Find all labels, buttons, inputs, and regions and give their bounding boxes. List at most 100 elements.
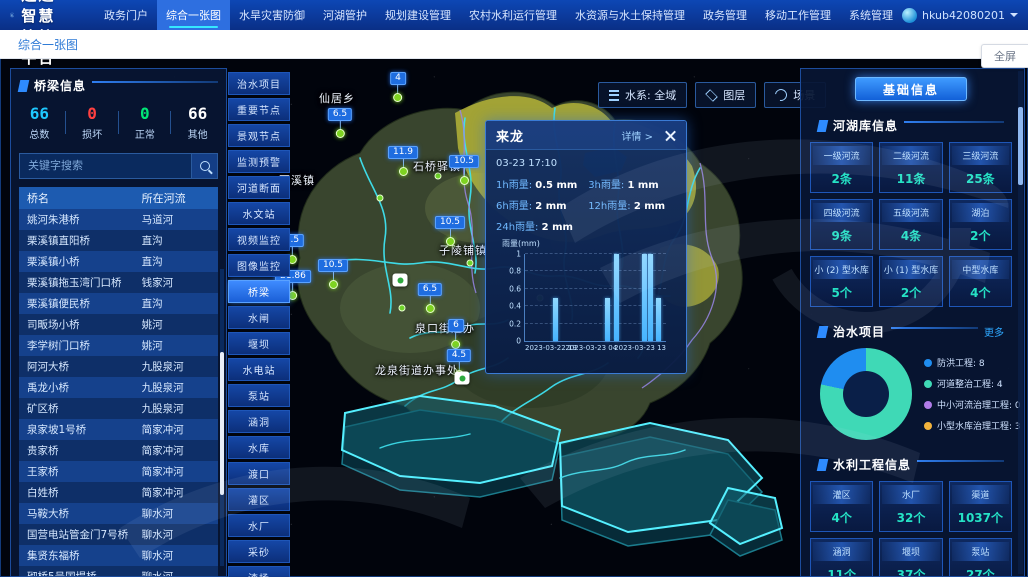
bridge-name-cell: 贵家桥 [19,443,138,458]
marker-value: 6 [448,319,464,332]
panel-scrollbar-thumb[interactable] [1018,107,1023,185]
nav-item[interactable]: 综合一张图 [157,0,230,30]
info-card: 小 (1) 型水库2个 [879,256,942,307]
layer-menu-item[interactable]: 桥梁 [228,280,290,303]
fullscreen-button[interactable]: 全屏 [981,44,1028,68]
table-row[interactable]: 泉家坡1号桥简家冲河 [19,419,218,440]
basic-info-button[interactable]: 基础信息 [855,77,967,101]
map-control-layers[interactable]: 图层 [695,82,756,108]
water-level-marker[interactable]: 4 [390,72,406,102]
table-row[interactable]: 阿河大桥九股泉河 [19,356,218,377]
map-control-label: 图层 [723,87,745,103]
bridge-table-header: 桥名 所在河流 [19,187,218,209]
detail-link[interactable]: 详情 > [621,128,653,143]
table-row[interactable]: 栗溪镇便民桥直沟 [19,293,218,314]
river-name-cell: 简家冲河 [138,464,218,479]
table-row[interactable]: 司畈场小桥姚河 [19,314,218,335]
search-input[interactable] [20,154,191,178]
nav-item[interactable]: 水资源与水土保持管理 [566,0,694,30]
metric-value: 2 mm [634,201,665,212]
nav-item[interactable]: 水旱灾害防御 [230,0,314,30]
layer-menu-item[interactable]: 图像监控 [228,254,290,277]
table-row[interactable]: 姚河朱港桥马道河 [19,209,218,230]
chart-plot: 00.20.40.60.812023-03-22 192023-03-23 04… [524,254,666,342]
nav-item[interactable]: 移动工作管理 [756,0,840,30]
layer-menu-item[interactable]: 渡口 [228,462,290,485]
nav-item[interactable]: 系统管理 [840,0,902,30]
table-row[interactable]: 矿区桥九股泉河 [19,398,218,419]
search-button[interactable] [191,154,217,178]
layer-menu-item[interactable]: 灌区 [228,488,290,511]
table-row[interactable]: 白姓桥简家冲河 [19,482,218,503]
stat-value: 66 [188,104,207,123]
panel-scrollbar[interactable] [1018,71,1023,574]
table-row[interactable]: 禹龙小桥九股泉河 [19,377,218,398]
water-level-marker[interactable]: 10.5 [435,216,465,246]
breadcrumb[interactable]: 综合一张图 [18,36,78,53]
layer-menu-item[interactable]: 涵洞 [228,410,290,433]
card-value: 9条 [813,222,870,246]
layer-menu-item[interactable]: 监测预警 [228,150,290,173]
layer-menu-item[interactable]: 景观节点 [228,124,290,147]
table-row[interactable]: 栗溪镇直阳桥直沟 [19,230,218,251]
legend-dot [924,359,932,367]
water-level-marker[interactable]: 10.5 [449,155,479,185]
table-scrollbar[interactable] [220,269,224,566]
legend-text: 小型水库治理工程: 3 [937,419,1021,432]
legend-item: 小型水库治理工程: 3 [924,419,1021,432]
more-link[interactable]: 更多 [984,324,1004,339]
card-value: 2个 [952,222,1009,246]
layer-menu-item[interactable]: 水库 [228,436,290,459]
layer-menu-item[interactable]: 重要节点 [228,98,290,121]
bridge-name-cell: 栗溪镇便民桥 [19,296,138,311]
works-section-header: 水利工程信息 [810,448,1012,477]
map-canvas[interactable]: 仙居乡栗溪镇石桥驿镇子陵铺镇泉口街道办龙泉街道办事处46.511.910.510… [0,58,1028,577]
water-level-marker[interactable]: 10.5 [318,259,348,289]
water-level-marker[interactable]: 11.9 [388,146,418,176]
nav-item[interactable]: 政务管理 [694,0,756,30]
layer-menu-item[interactable]: 河道断面 [228,176,290,199]
section-line [92,81,218,83]
nav-item[interactable]: 河湖管护 [314,0,376,30]
layer-menu-item[interactable]: 堰坝 [228,332,290,355]
nav-item[interactable]: 政务门户 [95,0,157,30]
table-row[interactable]: 栗溪镇小桥直沟 [19,251,218,272]
layer-menu-item[interactable]: 水文站 [228,202,290,225]
table-row[interactable]: 李学树门口桥姚河 [19,335,218,356]
card-label: 二级河流 [882,146,939,165]
table-row[interactable]: 马鞍大桥聊水河 [19,503,218,524]
water-level-marker[interactable]: 6.5 [328,108,352,138]
close-icon[interactable] [665,130,676,141]
info-card: 一级河流2条 [810,142,873,193]
chart-x-tick: 2023-03-23 04 [565,344,617,352]
table-row[interactable]: 王家桥简家冲河 [19,461,218,482]
layer-menu-item[interactable]: 水闸 [228,306,290,329]
table-scrollbar-thumb[interactable] [220,352,224,495]
map-control-list[interactable]: 水系: 全域 [598,82,687,108]
layer-menu-item[interactable]: 水厂 [228,514,290,537]
water-level-marker[interactable]: 6 [448,319,464,349]
layer-menu-item[interactable]: 治水项目 [228,72,290,95]
layer-menu-item[interactable]: 泵站 [228,384,290,407]
layer-menu-item[interactable]: 视频监控 [228,228,290,251]
card-label: 渠道 [952,485,1009,504]
user-menu[interactable]: hkub42080201 [902,8,1018,23]
table-row[interactable]: 国营电站管金门7号桥聊水河 [19,524,218,545]
table-row[interactable]: 集贤东福桥聊水河 [19,545,218,566]
layer-menu-item[interactable]: 采砂 [228,540,290,563]
card-label: 灌区 [813,485,870,504]
stat-label: 正常 [119,126,172,141]
table-row[interactable]: 栗溪镇拖玉湾门口桥钱家河 [19,272,218,293]
layer-menu-item[interactable]: 渣场 [228,566,290,577]
table-row[interactable]: 贵家桥简家冲河 [19,440,218,461]
camera-marker[interactable] [393,274,408,287]
map-control-label: 水系: 全域 [625,87,676,103]
table-row[interactable]: 砌桥5号国堤桥聊水河 [19,566,218,577]
nav-item[interactable]: 农村水利运行管理 [460,0,566,30]
metric-value: 0.5 mm [535,180,577,191]
camera-marker[interactable] [455,372,470,385]
water-level-marker[interactable]: 6.5 [418,283,442,313]
layer-menu-item[interactable]: 水电站 [228,358,290,381]
nav-item[interactable]: 规划建设管理 [376,0,460,30]
metric-label: 3h雨量: [588,180,627,191]
